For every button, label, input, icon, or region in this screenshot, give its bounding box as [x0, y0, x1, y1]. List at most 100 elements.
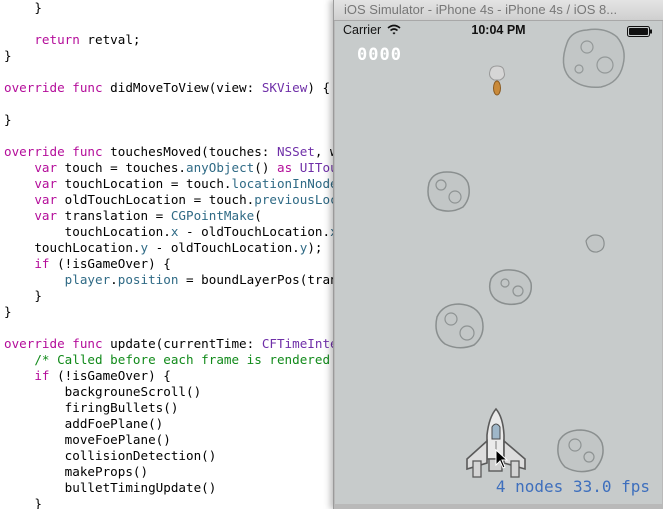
- ios-status-bar: Carrier 10:04 PM: [335, 21, 662, 41]
- asteroid-icon: [435, 303, 484, 349]
- code-line[interactable]: }: [4, 0, 42, 16]
- code-token: }: [34, 288, 42, 303]
- code-line[interactable]: }: [4, 48, 12, 64]
- code-token: as: [277, 160, 293, 175]
- code-token: didMoveToView(view:: [102, 80, 262, 95]
- code-token: override func: [4, 144, 103, 159]
- code-line[interactable]: override func update(currentTime: CFTime…: [4, 336, 336, 352]
- code-token: CGPointMake: [170, 208, 255, 223]
- code-token: }: [34, 0, 42, 15]
- simulator-window[interactable]: iOS Simulator - iPhone 4s - iPhone 4s / …: [333, 0, 663, 509]
- foe-plane-icon: [489, 65, 505, 96]
- code-line[interactable]: addFoePlane(): [4, 416, 164, 432]
- code-line[interactable]: override func didMoveToView(view: SKView…: [4, 80, 330, 96]
- code-token: return: [34, 32, 80, 47]
- code-token: .: [110, 272, 118, 287]
- code-token: firingBullets(): [64, 400, 179, 415]
- code-token: - oldTouchLocation.: [178, 224, 331, 239]
- code-line[interactable]: }: [4, 112, 12, 128]
- code-token: moveFoePlane(): [64, 432, 171, 447]
- code-token: var: [34, 208, 58, 223]
- status-time: 10:04 PM: [471, 23, 526, 37]
- simulator-title: iOS Simulator - iPhone 4s - iPhone 4s / …: [344, 2, 618, 17]
- code-token: if: [34, 368, 50, 383]
- simulator-titlebar[interactable]: iOS Simulator - iPhone 4s - iPhone 4s / …: [334, 0, 663, 21]
- code-token: touchesMoved(touches:: [102, 144, 277, 159]
- code-line[interactable]: }: [4, 288, 42, 304]
- code-line[interactable]: var translation = CGPointMake(: [4, 208, 262, 224]
- cursor-icon: [495, 449, 509, 469]
- sprite-kit-stats: 4 nodes 33.0 fps: [495, 477, 650, 496]
- code-token: retval;: [79, 32, 141, 47]
- code-line[interactable]: override func touchesMoved(touches: NSSe…: [4, 144, 336, 160]
- code-token: touchLocation.: [34, 240, 141, 255]
- game-screen[interactable]: Carrier 10:04 PM 0000 4 nodes 33.0 fps: [335, 21, 662, 504]
- code-line[interactable]: firingBullets(): [4, 400, 179, 416]
- code-token: var: [34, 160, 58, 175]
- player-ship-icon: [466, 407, 526, 478]
- code-token: translation =: [57, 208, 171, 223]
- code-line[interactable]: /* Called before each frame is rendered …: [4, 352, 336, 368]
- code-token: oldTouchLocation = touch.: [57, 192, 255, 207]
- code-line[interactable]: return retval;: [4, 32, 141, 48]
- code-line[interactable]: if (!isGameOver) {: [4, 256, 171, 272]
- code-token: var: [34, 192, 58, 207]
- code-token: if: [34, 256, 50, 271]
- code-token: locationInNode: [231, 176, 336, 191]
- code-token: NSSet: [276, 144, 315, 159]
- code-token: touchLocation.: [64, 224, 171, 239]
- code-token: var: [34, 176, 58, 191]
- battery-icon: [627, 26, 652, 37]
- code-token: - oldTouchLocation.: [148, 240, 300, 255]
- code-line[interactable]: player.position = boundLayerPos(transl: [4, 272, 336, 288]
- code-token: position: [117, 272, 179, 287]
- code-token: touchLocation = touch.: [57, 176, 232, 191]
- code-token: }: [34, 496, 42, 509]
- code-token: bulletTimingUpdate(): [64, 480, 217, 495]
- code-token: addFoePlane(): [64, 416, 164, 431]
- asteroid-icon: [488, 269, 533, 306]
- code-line[interactable]: var touchLocation = touch.locationInNode…: [4, 176, 336, 192]
- code-line[interactable]: touchLocation.x - oldTouchLocation.x,: [4, 224, 336, 240]
- code-token: previousLocat: [254, 192, 336, 207]
- code-token: }: [4, 304, 12, 319]
- code-token: UITouch: [299, 160, 336, 175]
- asteroid-icon: [427, 171, 470, 212]
- code-line[interactable]: backgrouneScroll(): [4, 384, 201, 400]
- code-line[interactable]: moveFoePlane(): [4, 432, 171, 448]
- code-line[interactable]: bulletTimingUpdate(): [4, 480, 217, 496]
- code-token: (: [254, 208, 262, 223]
- code-token: update(currentTime:: [102, 336, 262, 351]
- code-line[interactable]: touchLocation.y - oldTouchLocation.y);: [4, 240, 322, 256]
- code-token: }: [4, 112, 12, 127]
- code-line[interactable]: var touch = touches.anyObject() as UITou…: [4, 160, 336, 176]
- code-token: (!isGameOver) {: [49, 368, 171, 383]
- code-line[interactable]: }: [4, 496, 42, 509]
- code-token: ) {: [307, 80, 331, 95]
- code-line[interactable]: var oldTouchLocation = touch.previousLoc…: [4, 192, 336, 208]
- asteroid-icon: [585, 234, 605, 253]
- code-token: }: [4, 48, 12, 63]
- code-line[interactable]: if (!isGameOver) {: [4, 368, 171, 384]
- code-editor[interactable]: } return retval;} override func didMoveTo…: [0, 0, 336, 509]
- code-token: (!isGameOver) {: [49, 256, 171, 271]
- code-line[interactable]: collisionDetection(): [4, 448, 217, 464]
- code-line[interactable]: makeProps(): [4, 464, 148, 480]
- code-token: /* Called before each frame is rendered …: [34, 352, 336, 367]
- code-line[interactable]: }: [4, 304, 12, 320]
- code-token: y: [140, 240, 149, 255]
